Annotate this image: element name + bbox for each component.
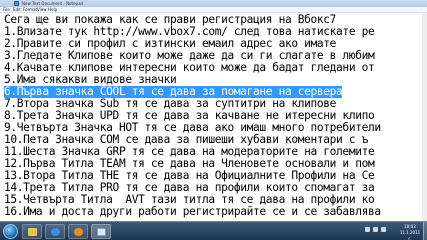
- tray-flag-icon[interactable]: [365, 227, 370, 232]
- media-player-icon: [74, 228, 83, 236]
- clock-date: 11.1.2011 г.: [399, 230, 421, 240]
- system-tray: [361, 227, 401, 235]
- notepad-app-icon: [14, 1, 19, 6]
- folder-icon: [28, 228, 37, 236]
- text-line: 16.Има и доста други работи регистрирайт…: [4, 205, 381, 218]
- title-bar[interactable]: New Text Document - Notepad: [0, 0, 427, 7]
- tray-network-icon[interactable]: [373, 227, 378, 232]
- taskbar-notepad-button[interactable]: [91, 224, 111, 239]
- windows-start-icon[interactable]: [3, 224, 18, 239]
- taskbar-folder-button[interactable]: [22, 224, 42, 239]
- window-title: New Text Document - Notepad: [22, 1, 84, 6]
- notepad-window: New Text Document - Notepad File Edit Fo…: [0, 0, 427, 221]
- tray-volume-icon[interactable]: [381, 227, 386, 232]
- taskbar-explorer-button[interactable]: [45, 224, 65, 239]
- text-editor-area[interactable]: Сега ще ви покажа как се прави регистрац…: [0, 13, 427, 221]
- vertical-scrollbar[interactable]: [422, 13, 427, 221]
- taskbar-media-button[interactable]: [68, 224, 88, 239]
- show-desktop-button[interactable]: [423, 222, 427, 240]
- notepad-icon: [97, 228, 106, 236]
- taskbar: 18:03 11.1.2011 г.: [0, 221, 427, 240]
- explorer-icon: [51, 228, 60, 236]
- taskbar-clock[interactable]: 18:03 11.1.2011 г.: [399, 224, 421, 240]
